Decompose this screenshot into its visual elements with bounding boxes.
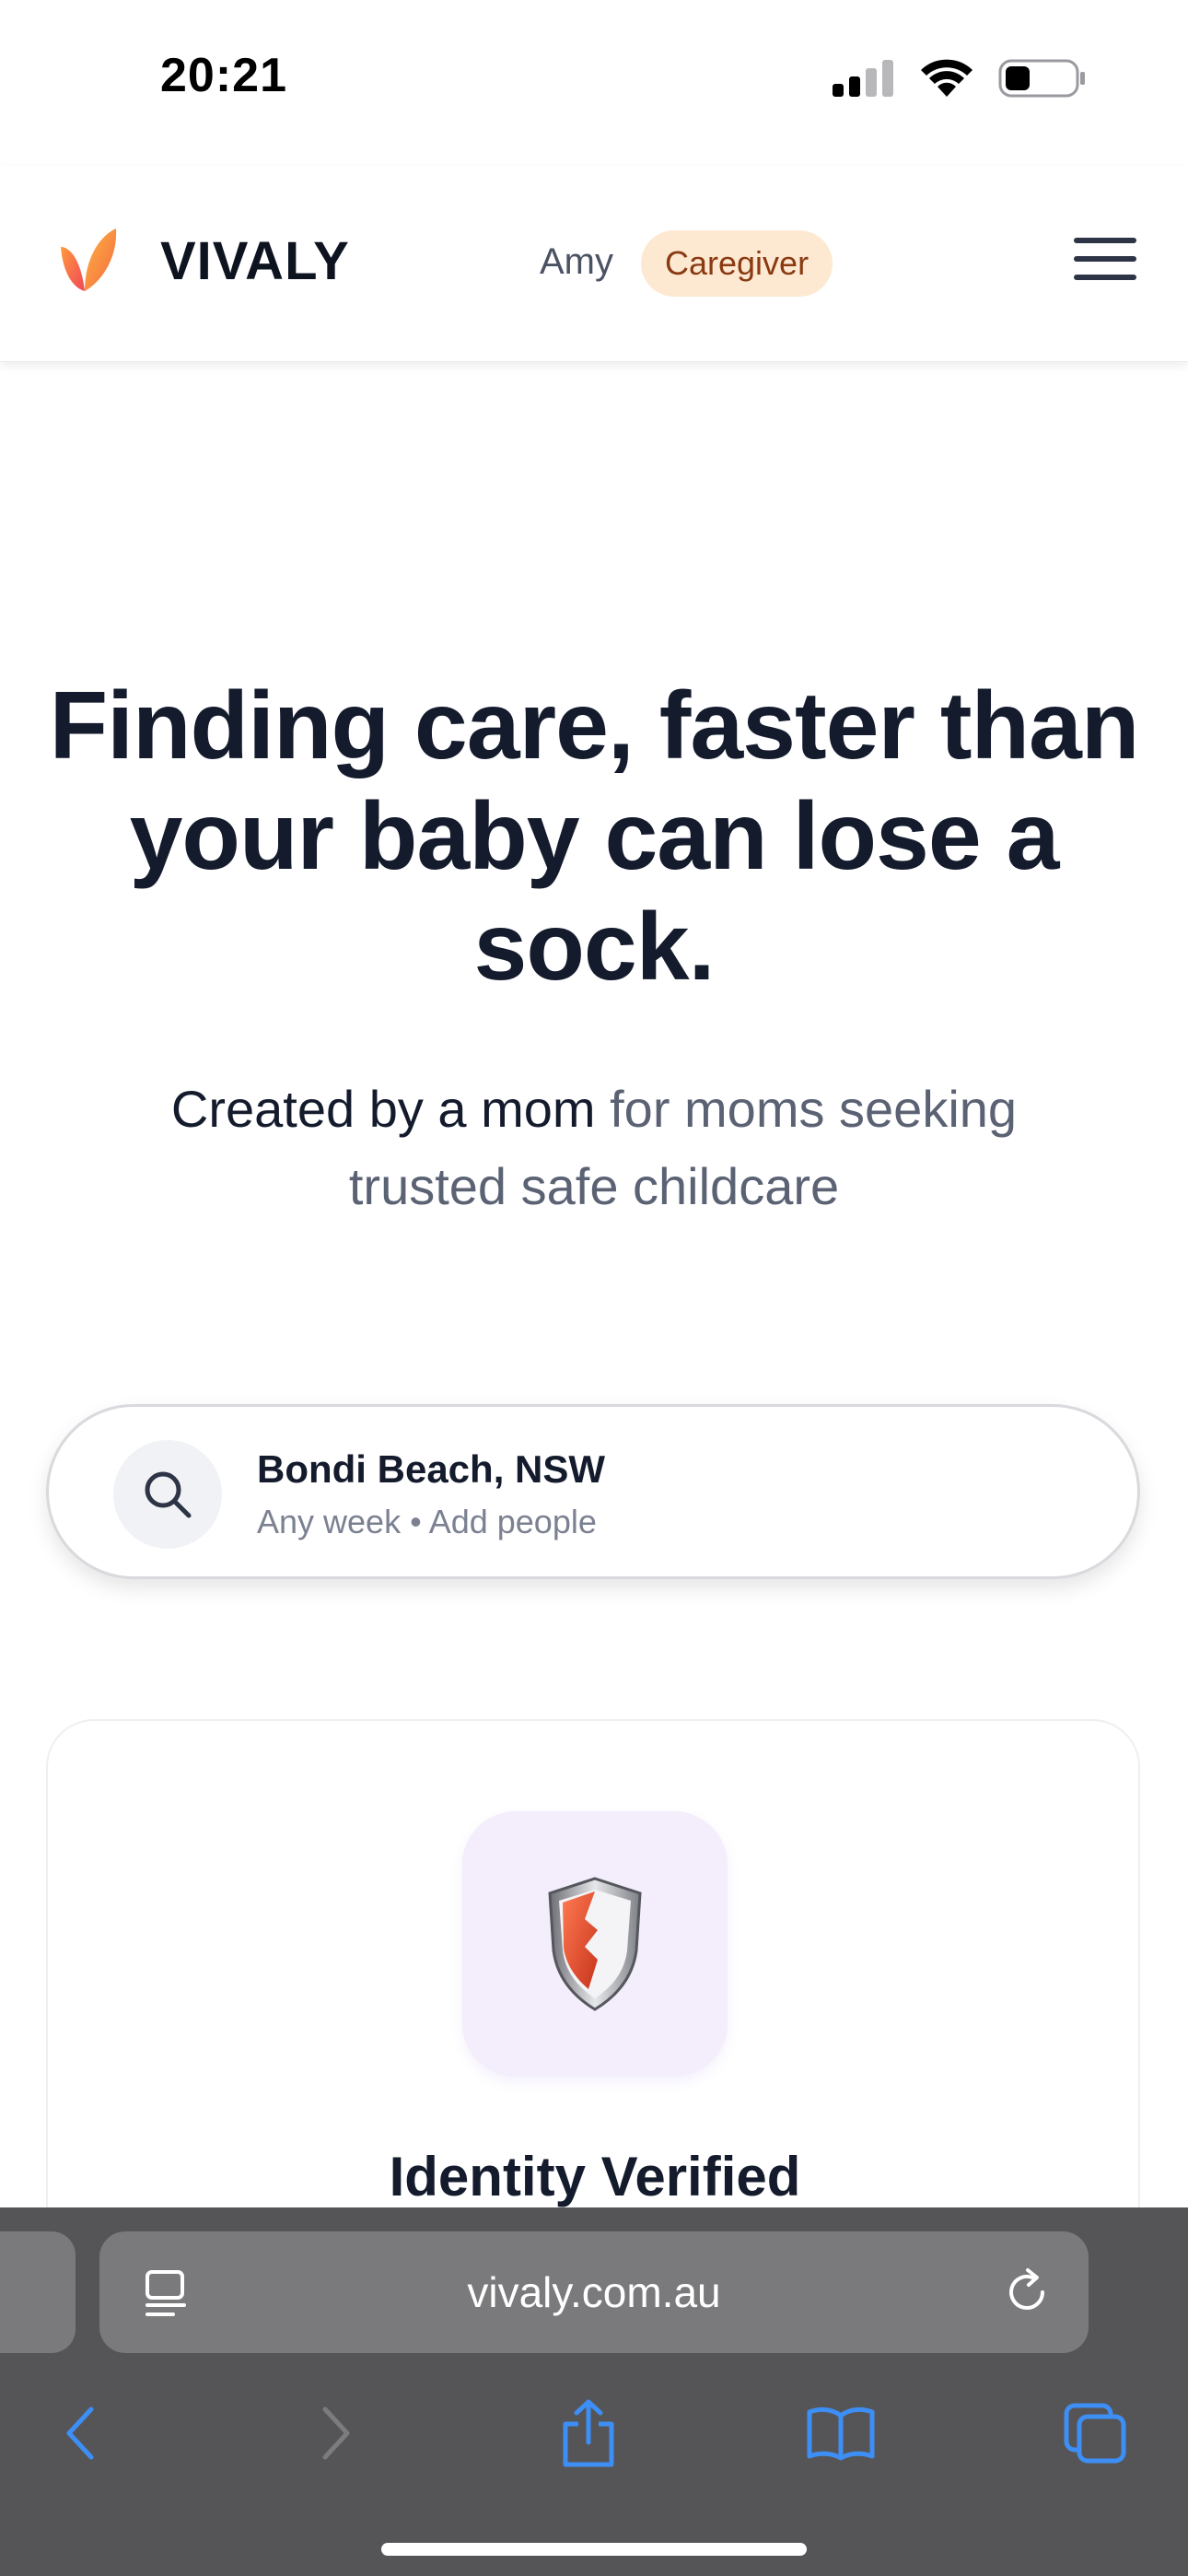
- tabs-icon: [1064, 2403, 1126, 2464]
- menu-line-icon: [1074, 275, 1136, 280]
- previous-tab-peek[interactable]: [0, 2231, 76, 2353]
- url-text: vivaly.com.au: [467, 2268, 721, 2316]
- wifi-icon: [921, 59, 973, 97]
- brand-logo-link[interactable]: VIVALY: [57, 227, 350, 295]
- home-indicator[interactable]: [381, 2543, 807, 2556]
- search-icon: [145, 1471, 192, 1518]
- share-button[interactable]: [547, 2392, 630, 2475]
- forward-button[interactable]: [295, 2392, 378, 2475]
- menu-line-icon: [1074, 256, 1136, 262]
- search-location: Bondi Beach, NSW: [257, 1447, 606, 1491]
- hamburger-menu-button[interactable]: [1074, 238, 1136, 289]
- cellular-signal-icon: [833, 60, 893, 97]
- role-badge[interactable]: Caregiver: [641, 230, 833, 297]
- status-time: 20:21: [160, 49, 287, 102]
- feature-icon-tile: [462, 1811, 728, 2077]
- menu-line-icon: [1074, 238, 1136, 243]
- share-icon: [563, 2399, 614, 2467]
- brand-name: VIVALY: [160, 230, 350, 291]
- hero-subtitle-strong: Created by a mom: [170, 1080, 596, 1138]
- search-bar[interactable]: Bondi Beach, NSW Any week • Add people: [46, 1404, 1140, 1579]
- bookmarks-button[interactable]: [799, 2392, 882, 2475]
- search-meta: Any week • Add people: [257, 1503, 597, 1540]
- search-icon-button[interactable]: [113, 1440, 222, 1549]
- back-button[interactable]: [39, 2392, 122, 2475]
- hero-title: Finding care, faster than your baby can …: [49, 673, 1140, 1001]
- tabs-button[interactable]: [1054, 2392, 1136, 2475]
- battery-icon: [998, 59, 1085, 98]
- feature-title: Identity Verified: [389, 2146, 801, 2207]
- status-bar: 20:21: [0, 0, 1188, 166]
- app-header: VIVALY Amy Caregiver: [0, 166, 1188, 362]
- address-bar[interactable]: vivaly.com.au: [99, 2231, 1089, 2353]
- reload-icon[interactable]: [1002, 2266, 1054, 2318]
- shield-icon: [548, 1877, 642, 2011]
- hero-subtitle: Created by a mom for moms seeking truste…: [111, 1071, 1077, 1225]
- user-name[interactable]: Amy: [540, 241, 613, 283]
- vivaly-logo-icon: [61, 228, 117, 291]
- book-icon: [807, 2406, 875, 2461]
- chevron-left-icon: [66, 2406, 94, 2460]
- browser-toolbar: vivaly.com.au: [0, 2207, 1188, 2576]
- chevron-right-icon: [322, 2406, 350, 2460]
- status-icons: [833, 57, 1087, 100]
- browser-nav-toolbar: [0, 2392, 1188, 2502]
